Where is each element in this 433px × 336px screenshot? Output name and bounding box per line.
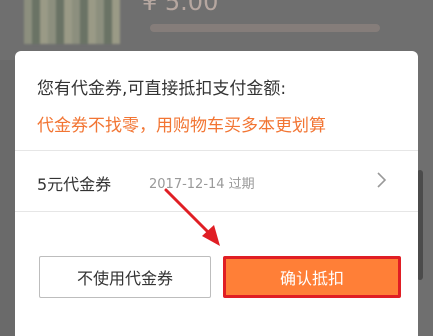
background-left-strip [0, 60, 16, 336]
background-thumbnail [24, 0, 120, 44]
chevron-right-icon [377, 172, 387, 188]
divider-bottom [15, 211, 418, 212]
coupon-name: 5元代金券 [37, 175, 112, 194]
confirm-deduct-button[interactable]: 确认抵扣 [223, 256, 401, 298]
background-price: ¥ 5.00 [142, 0, 219, 16]
coupon-dialog: 您有代金券,可直接抵扣支付金额: 代金券不找零，用购物车买多本更划算 5元代金券… [15, 51, 418, 336]
coupon-expire-date: 2017-12-14 过期 [149, 177, 255, 192]
decline-coupon-button[interactable]: 不使用代金券 [39, 256, 211, 298]
dialog-title: 您有代金券,可直接抵扣支付金额: [37, 79, 287, 99]
coupon-row[interactable]: 5元代金券 2017-12-14 过期 [15, 150, 418, 211]
dialog-note: 代金券不找零，用购物车买多本更划算 [37, 116, 326, 136]
background-text-line [150, 24, 380, 32]
